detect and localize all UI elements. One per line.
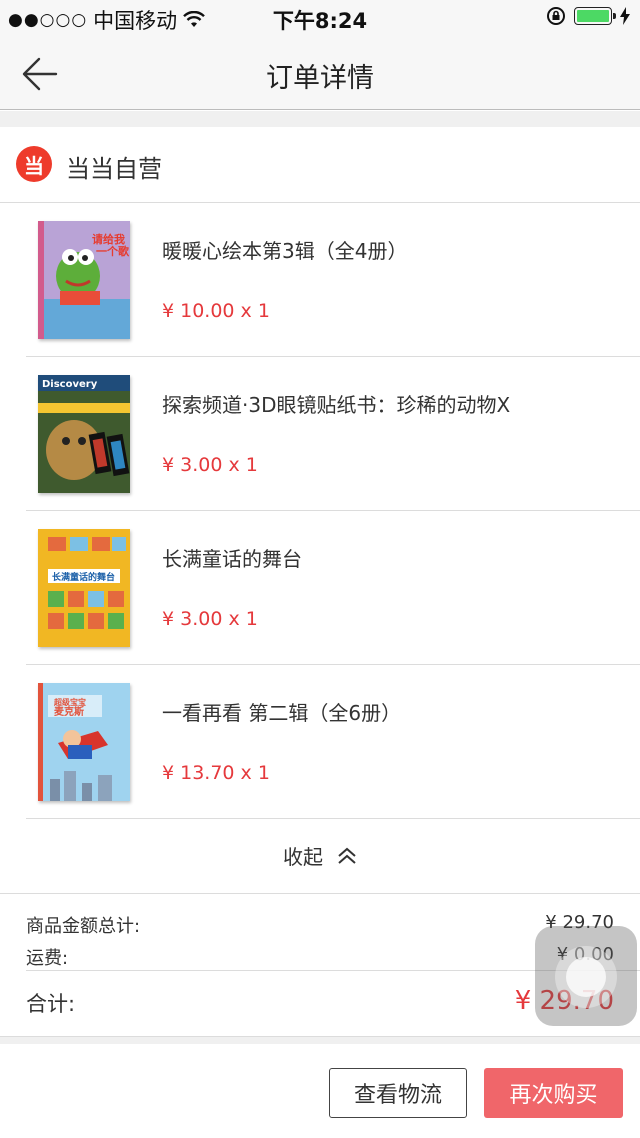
status-time: 下午8:24 bbox=[272, 9, 368, 33]
nav-bar: 订单详情 bbox=[0, 36, 640, 110]
book-cover-image: 超级宝宝 麦克斯 bbox=[38, 683, 130, 801]
item-title: 探索频道·3D眼镜贴纸书：珍稀的动物X bbox=[162, 393, 511, 417]
shop-header[interactable]: 当 当当自营 bbox=[0, 127, 640, 203]
assistive-touch-core bbox=[566, 957, 606, 997]
view-logistics-button[interactable]: 查看物流 bbox=[329, 1068, 467, 1118]
svg-text:请给我: 请给我 bbox=[92, 232, 125, 246]
item-price: ¥ 3.00 x 1 bbox=[162, 608, 258, 630]
item-price: ¥ 3.00 x 1 bbox=[162, 454, 258, 476]
section-divider bbox=[0, 111, 640, 127]
shop-name: 当当自营 bbox=[66, 155, 162, 183]
rotation-lock-icon bbox=[547, 7, 565, 25]
svg-text:一个歌: 一个歌 bbox=[96, 244, 130, 258]
order-total-row: 合计: ¥ 29.70 bbox=[26, 986, 614, 1018]
assistive-touch-button[interactable] bbox=[535, 926, 637, 1026]
svg-text:麦克斯: 麦克斯 bbox=[54, 705, 84, 718]
order-item[interactable]: 超级宝宝 麦克斯 一看再看 第二辑（全6册） ¥ 13.70 x 1 bbox=[26, 665, 640, 819]
double-chevron-up-icon bbox=[338, 847, 356, 864]
svg-text:Discovery: Discovery bbox=[42, 379, 98, 390]
book-cover-image: Discovery bbox=[38, 375, 130, 493]
order-item[interactable]: 长满童话的舞台 长满童话的舞台 ¥ 3.00 x 1 bbox=[26, 511, 640, 665]
status-bar: ●●○○○ 中国移动 下午8:24 bbox=[0, 0, 640, 36]
goods-total-label: 商品金额总计: bbox=[26, 916, 141, 937]
shop-logo-icon: 当 bbox=[16, 146, 52, 182]
order-total-label: 合计: bbox=[26, 992, 76, 1016]
item-title: 一看再看 第二辑（全6册） bbox=[162, 701, 402, 725]
book-cover-image: 长满童话的舞台 bbox=[38, 529, 130, 647]
shipping-label: 运费: bbox=[26, 948, 69, 969]
svg-text:长满童话的舞台: 长满童话的舞台 bbox=[52, 571, 115, 583]
charging-bolt-icon bbox=[620, 7, 630, 25]
battery-icon bbox=[574, 7, 616, 25]
order-item[interactable]: 请给我 一个歌 暖暖心绘本第3辑（全4册） ¥ 10.00 x 1 bbox=[26, 203, 640, 357]
shipping-row: 运费: ¥ 0.00 bbox=[26, 944, 614, 970]
item-title: 长满童话的舞台 bbox=[162, 547, 302, 571]
page-title: 订单详情 bbox=[266, 63, 374, 94]
order-item[interactable]: Discovery 探索频道·3D眼镜贴纸书：珍稀的动物X ¥ 3.00 x 1 bbox=[26, 357, 640, 511]
status-right bbox=[546, 6, 630, 26]
book-cover-image: 请给我 一个歌 bbox=[38, 221, 130, 339]
goods-total-row: 商品金额总计: ¥ 29.70 bbox=[26, 912, 614, 938]
item-price: ¥ 13.70 x 1 bbox=[162, 762, 270, 784]
bottom-divider bbox=[0, 1036, 640, 1044]
collapse-label: 收起 bbox=[283, 845, 323, 869]
buy-again-button[interactable]: 再次购买 bbox=[484, 1068, 623, 1118]
item-title: 暖暖心绘本第3辑（全4册） bbox=[162, 239, 408, 263]
svg-text:超级宝宝: 超级宝宝 bbox=[53, 697, 86, 707]
item-price: ¥ 10.00 x 1 bbox=[162, 300, 270, 322]
collapse-toggle[interactable]: 收起 bbox=[0, 818, 640, 894]
